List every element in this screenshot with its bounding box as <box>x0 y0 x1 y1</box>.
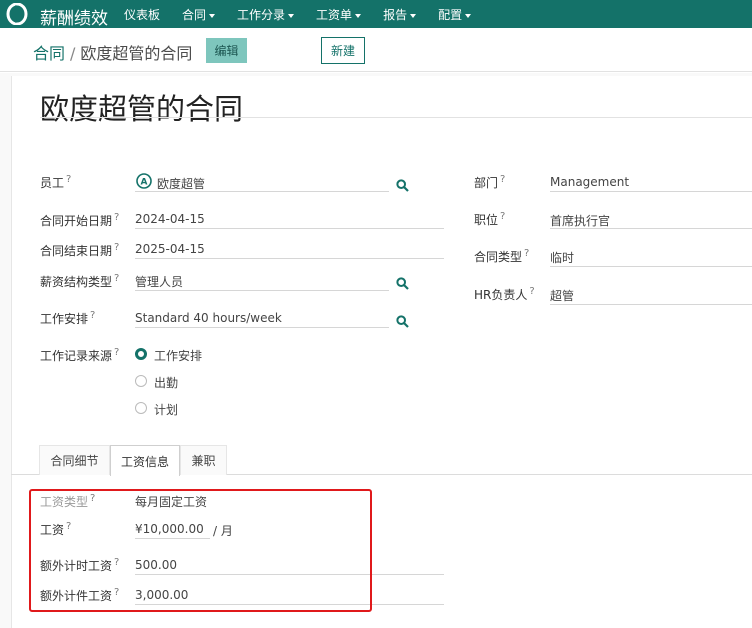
radio-attendance[interactable] <box>135 375 147 387</box>
avatar: A <box>136 173 152 189</box>
contract-type-underline <box>550 266 752 267</box>
hr-responsible-field[interactable]: 超管 <box>550 287 574 304</box>
working-schedule-label: 工作安排? <box>40 310 96 326</box>
radio-label-attendance[interactable]: 出勤 <box>154 374 178 391</box>
start-date-field[interactable]: 2024-04-15 <box>135 212 205 226</box>
working-schedule-underline <box>135 327 389 328</box>
page-title: 欧度超管的合同 <box>40 92 244 126</box>
title-divider <box>40 117 752 118</box>
work-entry-source-label: 工作记录来源? <box>40 347 120 363</box>
top-navbar: 薪酬绩效 仪表板 合同 工作分录 工资单 报告 配置 <box>0 0 752 29</box>
structure-type-underline <box>135 290 389 291</box>
breadcrumb-current: 欧度超管的合同 <box>80 44 193 63</box>
breadcrumb-separator: / <box>70 44 76 63</box>
hr-responsible-underline <box>550 304 752 305</box>
tab-salary-info[interactable]: 工资信息 <box>110 445 180 476</box>
menu-payslips[interactable]: 工资单 <box>316 6 362 23</box>
chevron-down-icon <box>410 13 417 18</box>
tab-contract-details[interactable]: 合同细节 <box>39 445 110 475</box>
tab-part-time[interactable]: 兼职 <box>180 445 227 475</box>
structure-type-field[interactable]: 管理人员 <box>135 273 183 290</box>
search-icon[interactable] <box>396 277 409 290</box>
required-mark: ? <box>66 174 72 185</box>
end-date-underline <box>135 258 444 259</box>
hr-responsible-label: HR负责人? <box>474 286 535 302</box>
menu-work-entries[interactable]: 工作分录 <box>237 6 295 23</box>
svg-text:A: A <box>141 178 148 188</box>
breadcrumb-contracts-link[interactable]: 合同 <box>33 44 65 63</box>
menu-dashboard[interactable]: 仪表板 <box>124 6 160 23</box>
department-label: 部门? <box>474 174 506 190</box>
radio-planning[interactable] <box>135 402 147 414</box>
contract-type-field[interactable]: 临时 <box>550 249 574 266</box>
employee-label: 员工? <box>40 174 72 190</box>
edit-button[interactable]: 编辑 <box>206 38 247 63</box>
employee-underline <box>135 191 389 192</box>
chevron-down-icon <box>288 13 295 18</box>
breadcrumb: 合同 / 欧度超管的合同 <box>33 40 192 64</box>
end-date-field[interactable]: 2025-04-15 <box>135 242 205 256</box>
radio-label-working-schedule[interactable]: 工作安排 <box>154 347 202 364</box>
job-position-field[interactable]: 首席执行官 <box>550 212 610 229</box>
department-field[interactable]: Management <box>550 175 629 189</box>
search-icon[interactable] <box>396 179 409 192</box>
job-position-underline <box>550 228 752 229</box>
structure-type-label: 薪资结构类型? <box>40 273 120 289</box>
app-name[interactable]: 薪酬绩效 <box>40 4 108 29</box>
job-position-label: 职位? <box>474 211 506 227</box>
highlight-annotation-box <box>29 489 372 612</box>
working-schedule-field[interactable]: Standard 40 hours/week <box>135 311 282 325</box>
end-date-label: 合同结束日期? <box>40 242 120 258</box>
chevron-down-icon <box>355 13 362 18</box>
menu-contracts[interactable]: 合同 <box>182 6 216 23</box>
main-menu: 仪表板 合同 工作分录 工资单 报告 配置 <box>124 6 493 23</box>
search-icon[interactable] <box>396 315 409 328</box>
start-date-label: 合同开始日期? <box>40 212 120 228</box>
new-button[interactable]: 新建 <box>321 37 365 64</box>
radio-label-planning[interactable]: 计划 <box>154 401 178 418</box>
menu-reports[interactable]: 报告 <box>383 6 417 23</box>
chevron-down-icon <box>465 13 472 18</box>
radio-working-schedule[interactable] <box>135 348 147 360</box>
start-date-underline <box>135 228 444 229</box>
app-logo-icon[interactable] <box>6 3 28 25</box>
employee-field[interactable]: 欧度超管 <box>157 175 205 192</box>
chevron-down-icon <box>209 13 216 18</box>
control-panel: 合同 / 欧度超管的合同 编辑 新建 <box>0 28 752 72</box>
department-underline <box>550 191 752 192</box>
contract-type-label: 合同类型? <box>474 248 530 264</box>
menu-configuration[interactable]: 配置 <box>438 6 472 23</box>
